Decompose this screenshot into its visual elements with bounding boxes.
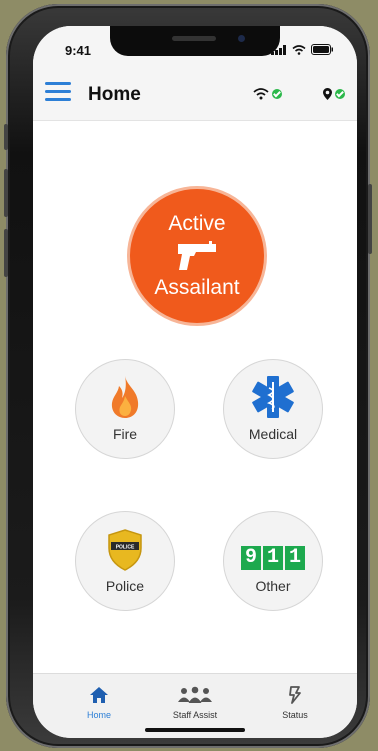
active-assailant-label-line2: Assailant xyxy=(154,276,240,299)
page-title: Home xyxy=(88,84,141,105)
police-badge-text: POLICE xyxy=(116,545,135,551)
home-icon xyxy=(90,687,108,703)
power-button xyxy=(368,184,372,254)
active-assailant-button[interactable]: Active Assailant xyxy=(127,186,267,326)
connected-check-icon xyxy=(272,89,282,99)
tab-status-label: Status xyxy=(282,710,308,720)
police-button[interactable]: POLICE Police xyxy=(75,511,175,611)
wifi-icon xyxy=(253,88,269,100)
location-pin-icon xyxy=(323,88,332,100)
police-badge-icon: POLICE xyxy=(108,529,142,571)
tab-status[interactable]: Status xyxy=(255,686,335,720)
bottom-tab-bar: Home Staff Assist Status xyxy=(33,673,357,738)
tab-staff-assist-label: Staff Assist xyxy=(172,710,218,720)
system-icons xyxy=(271,44,333,55)
active-assailant-label-line1: Active xyxy=(168,212,226,235)
police-label: Police xyxy=(105,578,145,594)
status-icon xyxy=(289,686,301,704)
other-button[interactable]: 9 1 1 Other xyxy=(223,511,323,611)
wifi-icon xyxy=(292,44,306,55)
gun-icon xyxy=(178,241,216,270)
volume-up-button xyxy=(4,169,8,217)
tab-home[interactable]: Home xyxy=(59,686,139,720)
front-camera xyxy=(238,35,245,42)
battery-icon xyxy=(311,44,333,55)
wifi-status xyxy=(253,88,282,100)
app-header: Home xyxy=(33,72,357,121)
mute-switch xyxy=(4,124,8,150)
medical-button[interactable]: Medical xyxy=(223,359,323,459)
hamburger-menu-icon[interactable] xyxy=(45,82,71,106)
tab-staff-assist[interactable]: Staff Assist xyxy=(155,686,235,720)
home-indicator xyxy=(145,728,245,732)
location-check-icon xyxy=(335,89,345,99)
tab-home-label: Home xyxy=(86,710,111,720)
911-digit: 9 xyxy=(241,546,261,570)
fire-icon xyxy=(111,376,139,418)
status-bar: 9:41 xyxy=(33,26,357,72)
cellular-signal-icon xyxy=(271,44,286,55)
screen: 9:41 Home Active Assailant Fire Medical … xyxy=(33,26,357,738)
911-digit: 1 xyxy=(285,546,305,570)
911-digit: 1 xyxy=(263,546,283,570)
medical-label: Medical xyxy=(248,426,298,442)
fire-button[interactable]: Fire xyxy=(75,359,175,459)
volume-down-button xyxy=(4,229,8,277)
location-status xyxy=(323,88,345,100)
speaker xyxy=(172,36,216,41)
911-icon: 9 1 1 xyxy=(241,546,305,570)
fire-label: Fire xyxy=(112,426,138,442)
other-label: Other xyxy=(255,578,291,594)
star-of-life-icon xyxy=(252,376,294,418)
phone-frame: 9:41 Home Active Assailant Fire Medical … xyxy=(4,4,372,748)
notch xyxy=(110,26,280,56)
clock: 9:41 xyxy=(65,43,92,58)
staff-group-icon xyxy=(178,686,212,703)
